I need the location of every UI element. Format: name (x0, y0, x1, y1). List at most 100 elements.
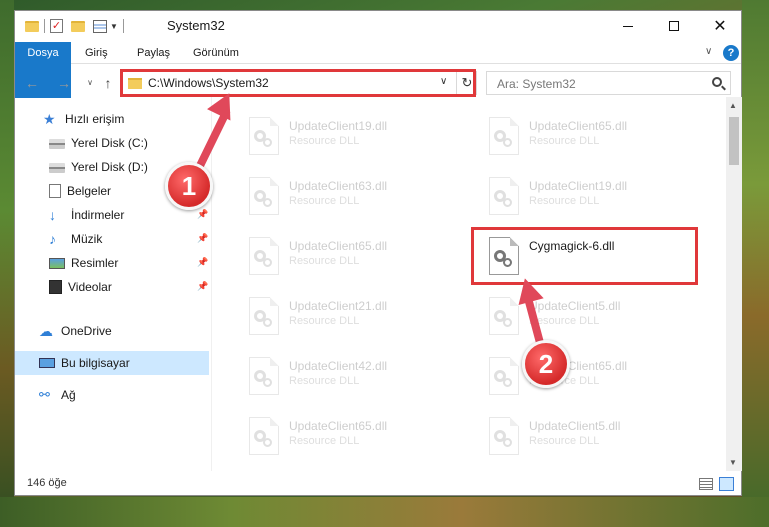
file-item[interactable]: UpdateClient65.dll Resource DLL (235, 231, 465, 287)
new-folder-icon[interactable] (71, 20, 85, 32)
download-icon: ↓ (49, 207, 56, 223)
sidebar-item-label: Hızlı erişim (65, 112, 125, 126)
file-name: UpdateClient65.dll (289, 239, 388, 253)
sidebar-item-label: Belgeler (67, 184, 112, 198)
recent-locations-chevron-icon[interactable]: ∨ (81, 73, 99, 93)
title-bar: ✓ ▼ System32 ✕ (15, 11, 741, 41)
properties-icon[interactable] (93, 19, 107, 33)
sidebar-item-label: Ağ (61, 388, 76, 402)
dll-file-icon (249, 237, 279, 275)
minimize-button[interactable] (605, 11, 651, 41)
minimize-icon (623, 25, 633, 27)
sidebar-item-quick-access[interactable]: ★ Hızlı erişim (15, 107, 209, 131)
large-icons-view-icon[interactable] (719, 477, 734, 491)
file-item[interactable]: UpdateClient65.dll Resource DLL (475, 111, 705, 167)
file-name: UpdateClient19.dll (289, 119, 388, 133)
customize-toolbar-chevron-icon[interactable]: ▼ (110, 22, 118, 31)
file-type: Resource DLL (529, 435, 600, 447)
sidebar-item-label: Yerel Disk (D:) (71, 160, 148, 174)
dll-file-icon (489, 357, 519, 395)
pin-icon[interactable]: 📌 (197, 258, 208, 267)
dll-file-icon (249, 417, 279, 455)
pin-icon[interactable]: 📌 (197, 282, 208, 291)
properties-check-icon[interactable]: ✓ (50, 19, 63, 33)
sidebar-item-music[interactable]: ♪ Müzik 📌 (15, 227, 209, 251)
up-arrow-icon[interactable]: ↑ (99, 73, 117, 93)
star-icon: ★ (43, 111, 56, 127)
file-highlight-box (471, 227, 698, 285)
search-input[interactable]: Ara: System32 (486, 71, 731, 95)
window-title: System32 (167, 18, 225, 33)
search-icon[interactable] (712, 77, 722, 87)
music-icon: ♪ (49, 231, 56, 247)
sidebar-item-label: Yerel Disk (C:) (71, 136, 148, 150)
pictures-icon (49, 257, 65, 269)
maximize-button[interactable] (651, 11, 697, 41)
sidebar-item-label: Videolar (68, 280, 112, 294)
expand-ribbon-chevron-icon[interactable]: ∨ (705, 46, 712, 57)
pin-icon[interactable]: 📌 (197, 234, 208, 243)
sidebar-item-onedrive[interactable]: ☁ OneDrive (15, 319, 209, 343)
file-type: Resource DLL (289, 135, 360, 147)
tab-share[interactable]: Paylaş (127, 42, 180, 64)
cloud-icon: ☁ (39, 323, 53, 339)
back-arrow-icon[interactable]: ← (23, 73, 41, 93)
file-item[interactable]: UpdateClient19.dll Resource DLL (475, 171, 705, 227)
network-icon: ⚯ (39, 387, 50, 402)
scroll-down-icon[interactable]: ▼ (729, 458, 737, 467)
sidebar-item-local-disk-c[interactable]: Yerel Disk (C:) (15, 131, 209, 155)
search-placeholder: Ara: System32 (497, 77, 576, 91)
file-name: UpdateClient42.dll (289, 359, 388, 373)
file-item[interactable]: UpdateClient19.dll Resource DLL (235, 111, 465, 167)
file-item[interactable]: UpdateClient42.dll Resource DLL (235, 351, 465, 407)
scroll-thumb[interactable] (729, 117, 739, 165)
file-item[interactable]: UpdateClient5.dll Resource DLL (475, 291, 705, 347)
file-type: Resource DLL (529, 195, 600, 207)
help-icon[interactable]: ? (723, 45, 739, 61)
file-name: UpdateClient5.dll (529, 419, 621, 433)
file-item[interactable]: UpdateClient65.dll Resource DLL (235, 411, 465, 467)
file-name: UpdateClient65.dll (289, 419, 388, 433)
vertical-scrollbar[interactable]: ▲ ▼ (726, 97, 742, 471)
sidebar-item-videos[interactable]: Videolar 📌 (15, 275, 209, 299)
sidebar-item-pictures[interactable]: Resimler 📌 (15, 251, 209, 275)
sidebar-item-label: Müzik (71, 232, 103, 246)
sidebar-item-label: Bu bilgisayar (61, 356, 130, 370)
drive-icon (49, 163, 65, 173)
ribbon-tabs: Dosya Giriş Paylaş Görünüm ∨ ? (15, 42, 741, 98)
details-view-icon[interactable] (699, 478, 713, 490)
file-type: Resource DLL (289, 375, 360, 387)
sidebar-item-network[interactable]: ⚯ Ağ (15, 383, 209, 407)
maximize-icon (669, 21, 679, 31)
sidebar-item-label: OneDrive (61, 324, 112, 338)
dll-file-icon (249, 357, 279, 395)
forward-arrow-icon[interactable]: → (55, 73, 73, 93)
file-name: UpdateClient63.dll (289, 179, 388, 193)
file-name: UpdateClient21.dll (289, 299, 388, 313)
step-badge-1: 1 (165, 162, 213, 210)
quick-access-toolbar: ✓ ▼ (25, 17, 129, 35)
tab-view[interactable]: Görünüm (183, 42, 249, 64)
step-badge-2: 2 (522, 340, 570, 388)
desktop-background-left (0, 0, 14, 527)
file-item[interactable]: UpdateClient63.dll Resource DLL (235, 171, 465, 227)
item-count: 146 öğe (27, 477, 67, 489)
sidebar-item-this-pc[interactable]: Bu bilgisayar (15, 351, 209, 375)
file-item[interactable]: UpdateClient65.dll Resource DLL (475, 351, 705, 407)
tab-home[interactable]: Giriş (75, 42, 118, 64)
dll-file-icon (489, 417, 519, 455)
videos-icon (49, 280, 62, 294)
file-item[interactable]: UpdateClient21.dll Resource DLL (235, 291, 465, 347)
scroll-up-icon[interactable]: ▲ (729, 101, 737, 110)
close-button[interactable]: ✕ (697, 11, 743, 41)
folder-icon (25, 20, 39, 32)
file-name: UpdateClient65.dll (529, 119, 628, 133)
computer-icon (39, 358, 55, 368)
file-item[interactable]: UpdateClient5.dll Resource DLL (475, 411, 705, 467)
pane-divider[interactable] (211, 97, 212, 471)
pin-icon[interactable]: 📌 (197, 210, 208, 219)
file-name: UpdateClient5.dll (529, 299, 621, 313)
toolbar-separator (122, 19, 124, 33)
toolbar-separator (44, 19, 45, 33)
dll-file-icon (489, 117, 519, 155)
